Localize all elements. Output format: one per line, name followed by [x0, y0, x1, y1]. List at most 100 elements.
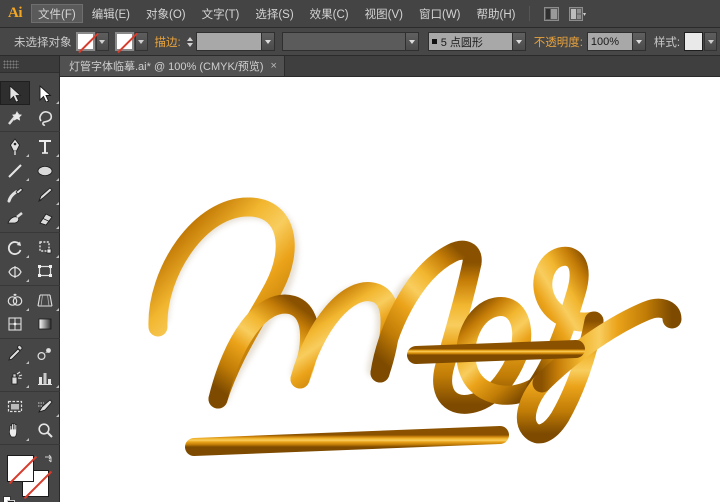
eraser-tool[interactable]: [30, 206, 60, 230]
menu-select[interactable]: 选择(S): [248, 4, 300, 23]
magic-wand-tool[interactable]: [0, 105, 30, 129]
graph-icon: [36, 368, 54, 386]
opacity-dropdown[interactable]: [632, 32, 646, 51]
document-tab-bar: 灯管字体临摹.ai* @ 100% (CMYK/预览) ×: [60, 56, 720, 77]
type-tool[interactable]: [30, 134, 60, 158]
cursor-hollow-icon: [36, 84, 54, 102]
rotate-tool[interactable]: [0, 235, 30, 259]
menu-file[interactable]: 文件(F): [31, 4, 83, 23]
swap-fill-stroke-icon[interactable]: [43, 452, 54, 463]
artboard-tool[interactable]: [0, 394, 30, 418]
document-tab[interactable]: 灯管字体临摹.ai* @ 100% (CMYK/预览) ×: [60, 56, 285, 76]
menubar-divider: [529, 6, 530, 21]
chevron-down-icon: [409, 40, 415, 44]
mesh-tool[interactable]: [0, 312, 30, 336]
menu-help[interactable]: 帮助(H): [470, 4, 523, 23]
stroke-weight-input[interactable]: [196, 32, 262, 51]
app-logo-icon: Ai: [0, 0, 30, 28]
lettering-tubes: [158, 207, 672, 447]
lasso-icon: [36, 108, 54, 126]
selection-tool[interactable]: [0, 81, 30, 105]
variable-width-profile-dropdown[interactable]: [512, 32, 526, 51]
direct-selection-tool[interactable]: [30, 81, 60, 105]
menu-type[interactable]: 文字(T): [195, 4, 247, 23]
hand-tool[interactable]: [0, 418, 30, 442]
scale-icon: [36, 238, 54, 256]
profile-marker-icon: [432, 39, 437, 44]
stroke-weight-stepper[interactable]: [185, 32, 195, 51]
menu-view[interactable]: 视图(V): [358, 4, 410, 23]
arrange-documents-icon[interactable]: [566, 4, 588, 23]
free-transform-tool[interactable]: [30, 259, 60, 283]
transform-icon: [36, 262, 54, 280]
bridge-icon[interactable]: [540, 4, 562, 23]
ellipse-tool[interactable]: [30, 158, 60, 182]
perspective-grid-tool[interactable]: [30, 288, 60, 312]
graphic-style-dropdown[interactable]: [704, 32, 717, 51]
stepper-down-icon: [187, 43, 193, 47]
eyedropper-tool[interactable]: [0, 341, 30, 365]
tool-more-corner-icon: [26, 178, 29, 181]
blend-tool[interactable]: [30, 341, 60, 365]
tool-more-corner-icon: [56, 385, 59, 388]
tool-more-corner-icon: [26, 308, 29, 311]
tool-more-corner-icon: [56, 101, 59, 104]
stepper-up-icon: [187, 37, 193, 41]
line-segment-tool[interactable]: [0, 158, 30, 182]
paintbrush-tool[interactable]: [0, 182, 30, 206]
blob-brush-tool[interactable]: [0, 206, 30, 230]
fill-none-slash-icon: [9, 455, 37, 483]
chevron-down-icon: [636, 40, 642, 44]
brush-icon: [6, 185, 24, 203]
width-tool[interactable]: [0, 259, 30, 283]
column-graph-tool[interactable]: [30, 365, 60, 389]
tools-divider: [0, 232, 60, 233]
zoom-tool[interactable]: [30, 418, 60, 442]
stroke-weight-label: 描边:: [155, 34, 181, 50]
tools-divider: [0, 285, 60, 286]
menu-window[interactable]: 窗口(W): [412, 4, 468, 23]
close-icon[interactable]: ×: [271, 61, 277, 72]
variable-width-profile-select[interactable]: 5 点圆形: [428, 32, 513, 51]
gradient-tool[interactable]: [30, 312, 60, 336]
tool-more-corner-icon: [56, 178, 59, 181]
slice-icon: [36, 397, 54, 415]
line-icon: [6, 161, 24, 179]
opacity-input[interactable]: 100%: [587, 32, 633, 51]
brush-definition-dropdown[interactable]: [405, 32, 419, 51]
menu-edit[interactable]: 编辑(E): [85, 4, 137, 23]
graphic-style-swatch[interactable]: [684, 32, 703, 51]
chevron-down-icon: [265, 40, 271, 44]
pen-icon: [6, 137, 24, 155]
tool-more-corner-icon: [56, 414, 59, 417]
pencil-tool[interactable]: [30, 182, 60, 206]
artboard-canvas[interactable]: [60, 77, 720, 502]
lasso-tool[interactable]: [30, 105, 60, 129]
shapebuilder-icon: [6, 291, 24, 309]
scale-tool[interactable]: [30, 235, 60, 259]
toolbar-fill-swatch[interactable]: [7, 455, 34, 482]
selection-status-label: 未选择对象: [10, 34, 72, 50]
slice-tool[interactable]: [30, 394, 60, 418]
tool-more-corner-icon: [26, 361, 29, 364]
default-fill-stroke-icon[interactable]: [3, 495, 15, 502]
menu-effect[interactable]: 效果(C): [303, 4, 356, 23]
tools-panel-header[interactable]: [0, 56, 59, 73]
rotate-icon: [6, 238, 24, 256]
fill-swatch[interactable]: [76, 32, 95, 51]
stroke-swatch[interactable]: [115, 32, 134, 51]
chevron-down-icon: [138, 40, 144, 44]
shape-builder-tool[interactable]: [0, 288, 30, 312]
tools-panel-grip[interactable]: [3, 60, 19, 69]
brush-definition-input[interactable]: [282, 32, 406, 51]
menu-object[interactable]: 对象(O): [139, 4, 193, 23]
stroke-weight-dropdown[interactable]: [261, 32, 275, 51]
document-tab-title: 灯管字体临摹.ai* @ 100% (CMYK/预览): [69, 58, 264, 74]
pen-tool[interactable]: [0, 134, 30, 158]
tools-divider: [0, 391, 60, 392]
perspective-icon: [36, 291, 54, 309]
tools-grid: [0, 81, 60, 447]
tool-more-corner-icon: [56, 255, 59, 258]
tool-more-corner-icon: [56, 226, 59, 229]
symbol-sprayer-tool[interactable]: [0, 365, 30, 389]
